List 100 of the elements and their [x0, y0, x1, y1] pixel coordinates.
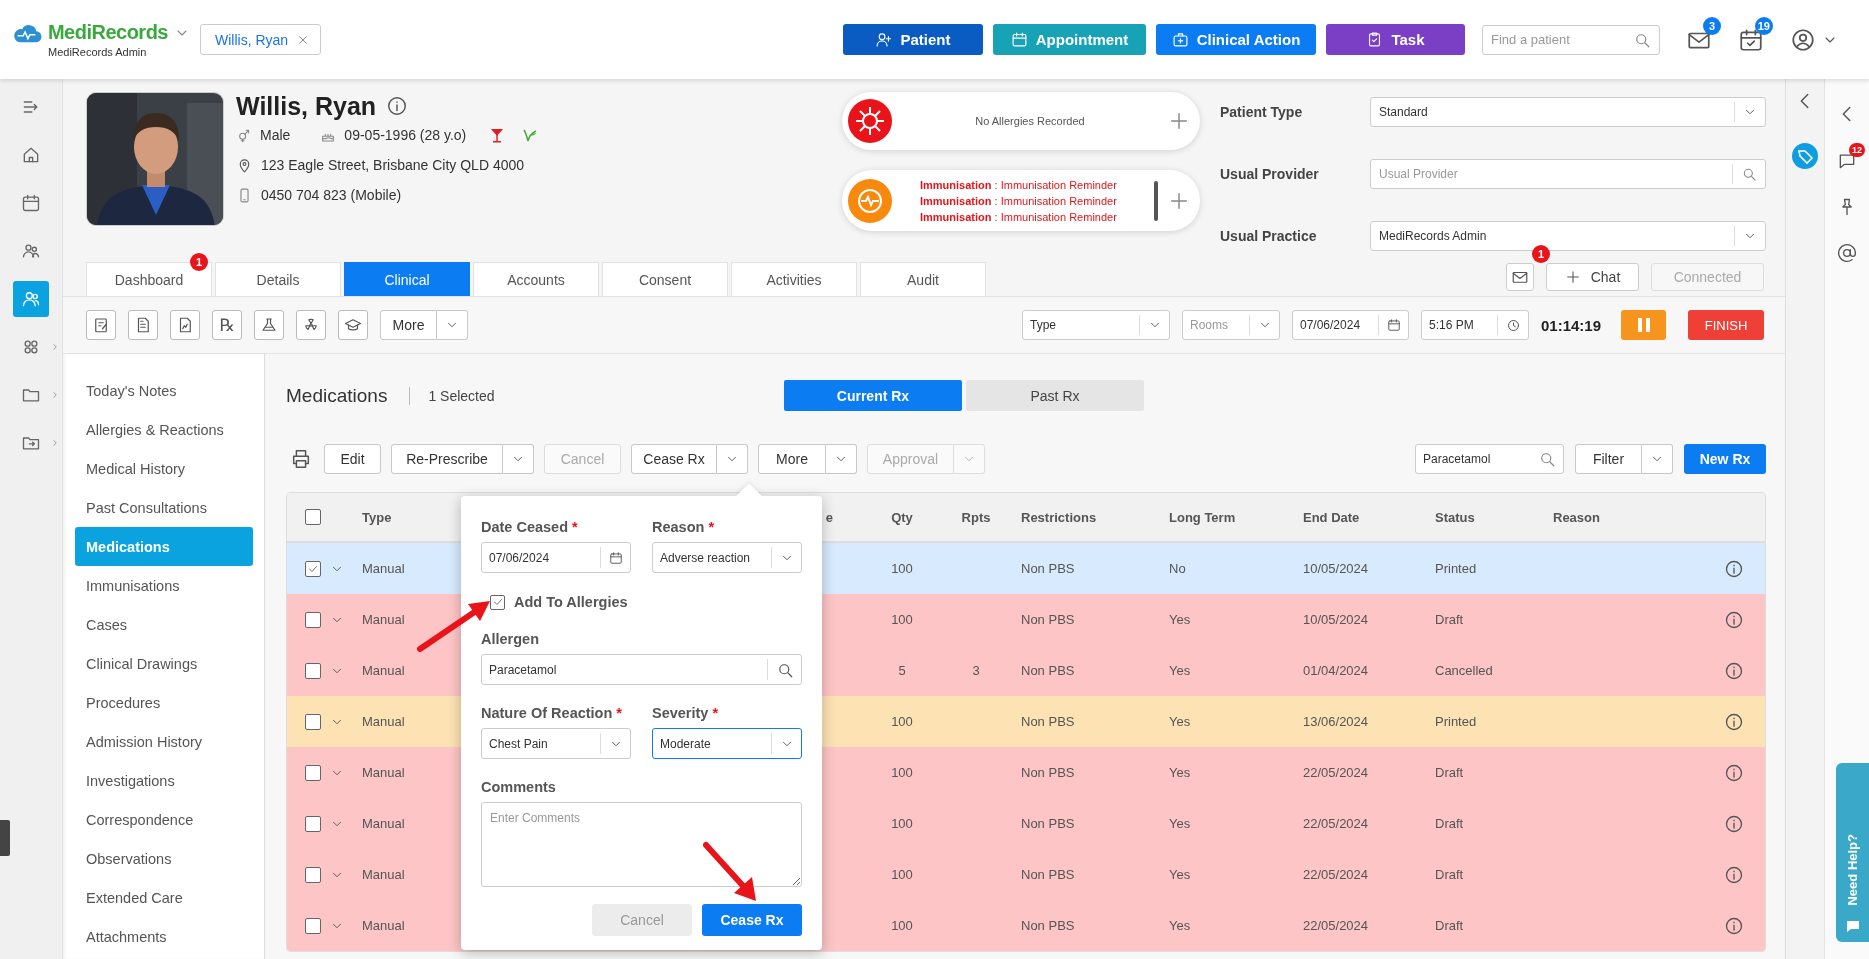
sidebar-item[interactable]: Clinical Drawings	[75, 644, 253, 683]
checkbox[interactable]	[305, 866, 321, 883]
table-cell: Yes	[1169, 612, 1191, 627]
select-field[interactable]: MediRecords Admin	[1370, 221, 1766, 251]
checkbox[interactable]	[305, 509, 321, 525]
table-cell: 22/05/2024	[1303, 918, 1369, 933]
sidebar-item[interactable]: Extended Care	[75, 878, 253, 917]
view-tab[interactable]: Past Rx	[966, 380, 1144, 411]
sidebar-item[interactable]: Correspondence	[75, 800, 253, 839]
select-field[interactable]: Moderate	[652, 728, 802, 759]
tool-button[interactable]	[86, 310, 116, 340]
checkbox[interactable]	[305, 917, 321, 934]
new-rx-button[interactable]: New Rx	[1684, 444, 1766, 474]
tool-button[interactable]	[128, 310, 158, 340]
view-tab[interactable]: Current Rx	[784, 380, 962, 411]
table-cell: Yes	[1169, 918, 1191, 933]
sidebar-item[interactable]: Observations	[75, 839, 253, 878]
sidebar-item[interactable]: Past Consultations	[75, 488, 253, 527]
patient-chip-label[interactable]: Willis, Ryan	[215, 31, 289, 48]
column-header: Type	[362, 509, 392, 525]
checkbox[interactable]	[305, 815, 321, 832]
tab[interactable]: Details	[215, 262, 341, 296]
table-cell: Printed	[1435, 714, 1477, 729]
tool-button[interactable]	[296, 310, 326, 340]
column-header: Long Term	[1169, 509, 1236, 525]
sidebar-item[interactable]: Admission History	[75, 722, 253, 761]
comments-field[interactable]: Enter Comments	[481, 802, 802, 887]
chevron-right-icon	[50, 438, 60, 448]
sidebar-item[interactable]: Investigations	[75, 761, 253, 800]
sidebar-item[interactable]: Cases	[75, 605, 253, 644]
sidebar-item[interactable]: Procedures	[75, 683, 253, 722]
table-cell: 100	[891, 561, 913, 576]
scrollbar-thumb[interactable]	[1154, 180, 1158, 221]
search-field[interactable]: Paracetamol	[1415, 444, 1564, 474]
select-field[interactable]: Standard	[1370, 97, 1766, 127]
logo-text: MediRecords	[47, 21, 168, 44]
tool-button[interactable]	[254, 310, 284, 340]
tab[interactable]: Consent	[602, 262, 728, 296]
sidebar-item[interactable]: Immunisations	[75, 566, 253, 605]
tab[interactable]: Accounts	[473, 262, 599, 296]
sidebar-item[interactable]: Medical History	[75, 449, 253, 488]
checkbox[interactable]	[305, 611, 321, 628]
search-field[interactable]: Paracetamol	[481, 654, 802, 685]
info-icon[interactable]	[1724, 762, 1744, 783]
sidebar-item[interactable]: Allergies & Reactions	[75, 410, 253, 449]
info-icon[interactable]	[1724, 915, 1744, 936]
action-button[interactable]: More	[758, 444, 826, 474]
at-sign-icon[interactable]	[1837, 243, 1857, 263]
rx-button[interactable]: ℞	[212, 310, 242, 340]
patient-chip[interactable]: Willis, Ryan	[200, 24, 322, 55]
search-icon	[1538, 450, 1556, 468]
inbox-button[interactable]	[1506, 263, 1534, 291]
date-field[interactable]: 07/06/2024	[481, 542, 631, 573]
tab[interactable]: Audit	[860, 262, 986, 296]
user-icon[interactable]	[1790, 26, 1816, 53]
chat-button[interactable]: Chat	[1546, 263, 1639, 291]
cease-rx-button[interactable]: Cease Rx	[702, 904, 802, 936]
checkbox[interactable]	[305, 560, 321, 577]
nav-button[interactable]	[13, 281, 49, 317]
checkbox[interactable]	[305, 662, 321, 679]
finish-button[interactable]: FINISH	[1688, 310, 1764, 340]
patient-dob: 09-05-1996 (28 y.o)	[344, 127, 467, 143]
task-button[interactable]: Task	[1326, 24, 1465, 55]
tool-button[interactable]	[338, 310, 368, 340]
date-field[interactable]: 07/06/2024	[1292, 310, 1409, 340]
chevron-right-icon	[50, 342, 60, 352]
table-cell: Non PBS	[1021, 663, 1075, 678]
checkbox[interactable]	[490, 594, 505, 610]
info-icon[interactable]	[1724, 864, 1744, 885]
select-field[interactable]: Adverse reaction	[652, 542, 802, 573]
action-button[interactable]: Re-Prescribe	[391, 444, 503, 474]
info-icon[interactable]	[1724, 558, 1744, 579]
printer-icon[interactable]	[290, 448, 312, 470]
filter-button[interactable]: Filter	[1575, 444, 1642, 474]
action-button[interactable]: Cease Rx	[631, 444, 717, 474]
info-icon[interactable]	[386, 95, 409, 117]
info-icon[interactable]	[1724, 609, 1744, 630]
tag-icon[interactable]	[1792, 143, 1818, 169]
table-cell: Draft	[1435, 612, 1464, 627]
field-label: Date Ceased	[481, 519, 569, 537]
action-button[interactable]: Edit	[324, 444, 381, 474]
info-icon[interactable]	[1724, 813, 1744, 834]
more-button[interactable]: More	[380, 310, 437, 340]
select-field[interactable]: Chest Pain	[481, 728, 631, 759]
info-icon[interactable]	[1724, 711, 1744, 732]
type-select[interactable]: Type	[1022, 310, 1170, 340]
tab[interactable]: Activities	[731, 262, 857, 296]
clinical-button[interactable]: Clinical Action	[1156, 24, 1316, 55]
info-icon[interactable]	[1724, 660, 1744, 681]
field-label: Usual Practice	[1220, 228, 1318, 244]
tab[interactable]: Clinical	[344, 262, 470, 296]
sidebar-item[interactable]: Today's Notes	[75, 371, 253, 410]
checkbox[interactable]	[305, 713, 321, 730]
patient-button[interactable]: Patient	[843, 24, 983, 55]
checkbox[interactable]	[305, 764, 321, 781]
column-header: End Date	[1303, 509, 1360, 525]
column-header: Reason	[1553, 509, 1600, 525]
tool-button[interactable]	[170, 310, 200, 340]
time-field[interactable]: 5:16 PM	[1421, 310, 1529, 340]
sidebar-item[interactable]: Attachments	[75, 917, 253, 956]
